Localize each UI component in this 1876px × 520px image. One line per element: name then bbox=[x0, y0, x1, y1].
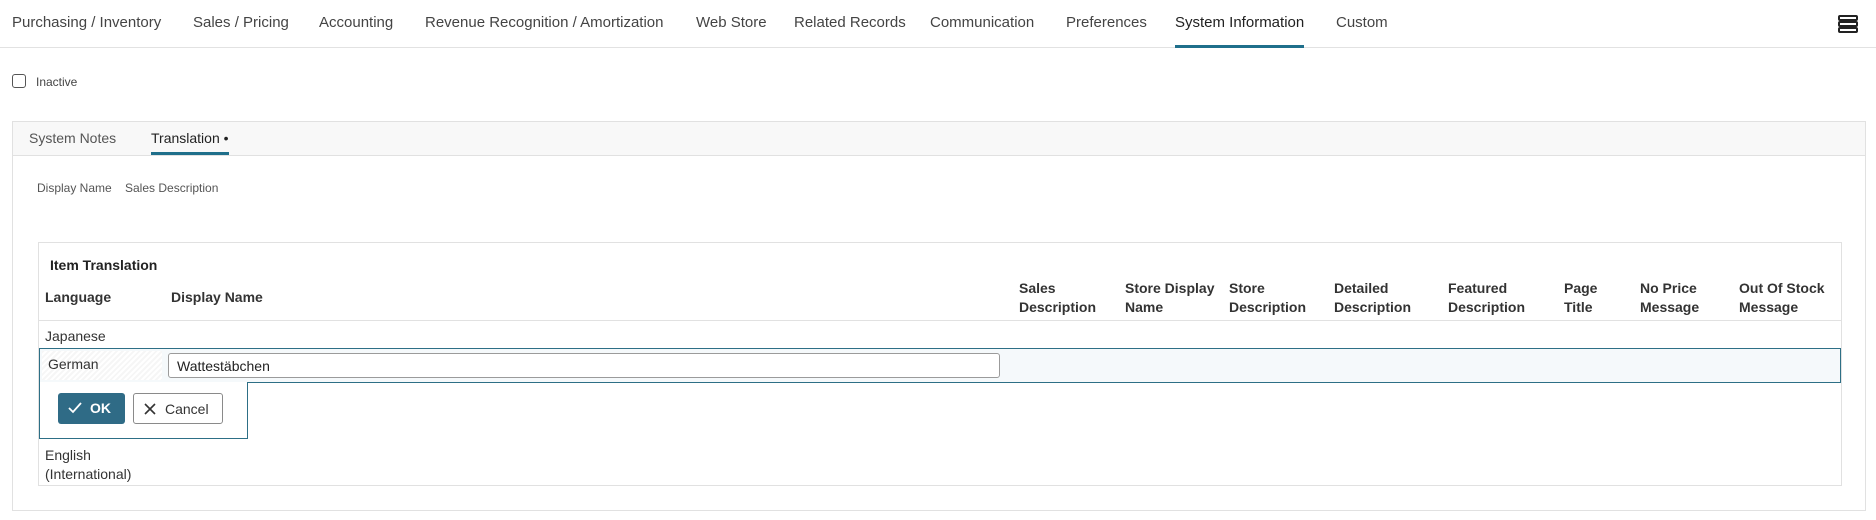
grid-title: Item Translation bbox=[50, 257, 158, 273]
tab-custom[interactable]: Custom bbox=[1336, 0, 1388, 48]
column-header-no-price-message[interactable]: No Price Message bbox=[1640, 279, 1699, 317]
row-german-editing[interactable]: German bbox=[39, 348, 1841, 383]
inactive-checkbox[interactable] bbox=[12, 74, 26, 88]
subtab-translation[interactable]: Translation • bbox=[151, 122, 229, 155]
checkmark-icon bbox=[68, 402, 82, 414]
field-link-sales-description[interactable]: Sales Description bbox=[125, 181, 218, 195]
cancel-button-label: Cancel bbox=[165, 401, 209, 417]
column-header-store-display-name[interactable]: Store Display Name bbox=[1125, 279, 1214, 317]
ok-button-label: OK bbox=[90, 400, 111, 416]
tab-preferences[interactable]: Preferences bbox=[1066, 0, 1147, 48]
row-japanese-language[interactable]: Japanese bbox=[45, 327, 106, 346]
row-german-language-cell: German bbox=[42, 351, 162, 380]
column-header-display-name[interactable]: Display Name bbox=[171, 288, 263, 307]
inactive-label: Inactive bbox=[36, 75, 78, 89]
tab-purchasing-inventory[interactable]: Purchasing / Inventory bbox=[12, 0, 161, 48]
tab-revenue-recognition[interactable]: Revenue Recognition / Amortization bbox=[425, 0, 663, 48]
tab-web-store[interactable]: Web Store bbox=[696, 0, 767, 48]
column-header-page-title[interactable]: Page Title bbox=[1564, 279, 1597, 317]
field-link-display-name[interactable]: Display Name bbox=[37, 181, 112, 195]
tab-related-records[interactable]: Related Records bbox=[794, 0, 906, 48]
header-divider bbox=[39, 320, 1841, 321]
column-header-detailed-description[interactable]: Detailed Description bbox=[1334, 279, 1411, 317]
column-header-language[interactable]: Language bbox=[45, 288, 111, 307]
x-icon bbox=[144, 403, 156, 415]
column-header-featured-description[interactable]: Featured Description bbox=[1448, 279, 1525, 317]
tab-communication[interactable]: Communication bbox=[930, 0, 1034, 48]
ok-button[interactable]: OK bbox=[58, 393, 125, 424]
tab-system-information[interactable]: System Information bbox=[1175, 0, 1305, 48]
row-english-international-language[interactable]: English (International) bbox=[45, 446, 131, 484]
row-german-language: German bbox=[48, 356, 99, 372]
subtab-panel: System Notes Translation • Display Name … bbox=[12, 121, 1866, 511]
item-translation-grid: Item Translation Language Display Name S… bbox=[38, 242, 1842, 486]
subtab-system-notes[interactable]: System Notes bbox=[29, 122, 116, 155]
tab-sales-pricing[interactable]: Sales / Pricing bbox=[193, 0, 289, 48]
column-header-out-of-stock-message[interactable]: Out Of Stock Message bbox=[1739, 279, 1825, 317]
row-edit-actions: OK Cancel bbox=[39, 382, 248, 439]
column-header-store-description[interactable]: Store Description bbox=[1229, 279, 1306, 317]
cancel-button[interactable]: Cancel bbox=[133, 393, 223, 424]
column-header-sales-description[interactable]: Sales Description bbox=[1019, 279, 1096, 317]
top-tab-bar: Purchasing / Inventory Sales / Pricing A… bbox=[0, 0, 1876, 48]
subtab-bar: System Notes Translation • bbox=[13, 122, 1865, 156]
tab-accounting[interactable]: Accounting bbox=[319, 0, 393, 48]
display-name-input[interactable] bbox=[168, 353, 1000, 378]
hamburger-menu-icon[interactable] bbox=[1838, 15, 1858, 33]
